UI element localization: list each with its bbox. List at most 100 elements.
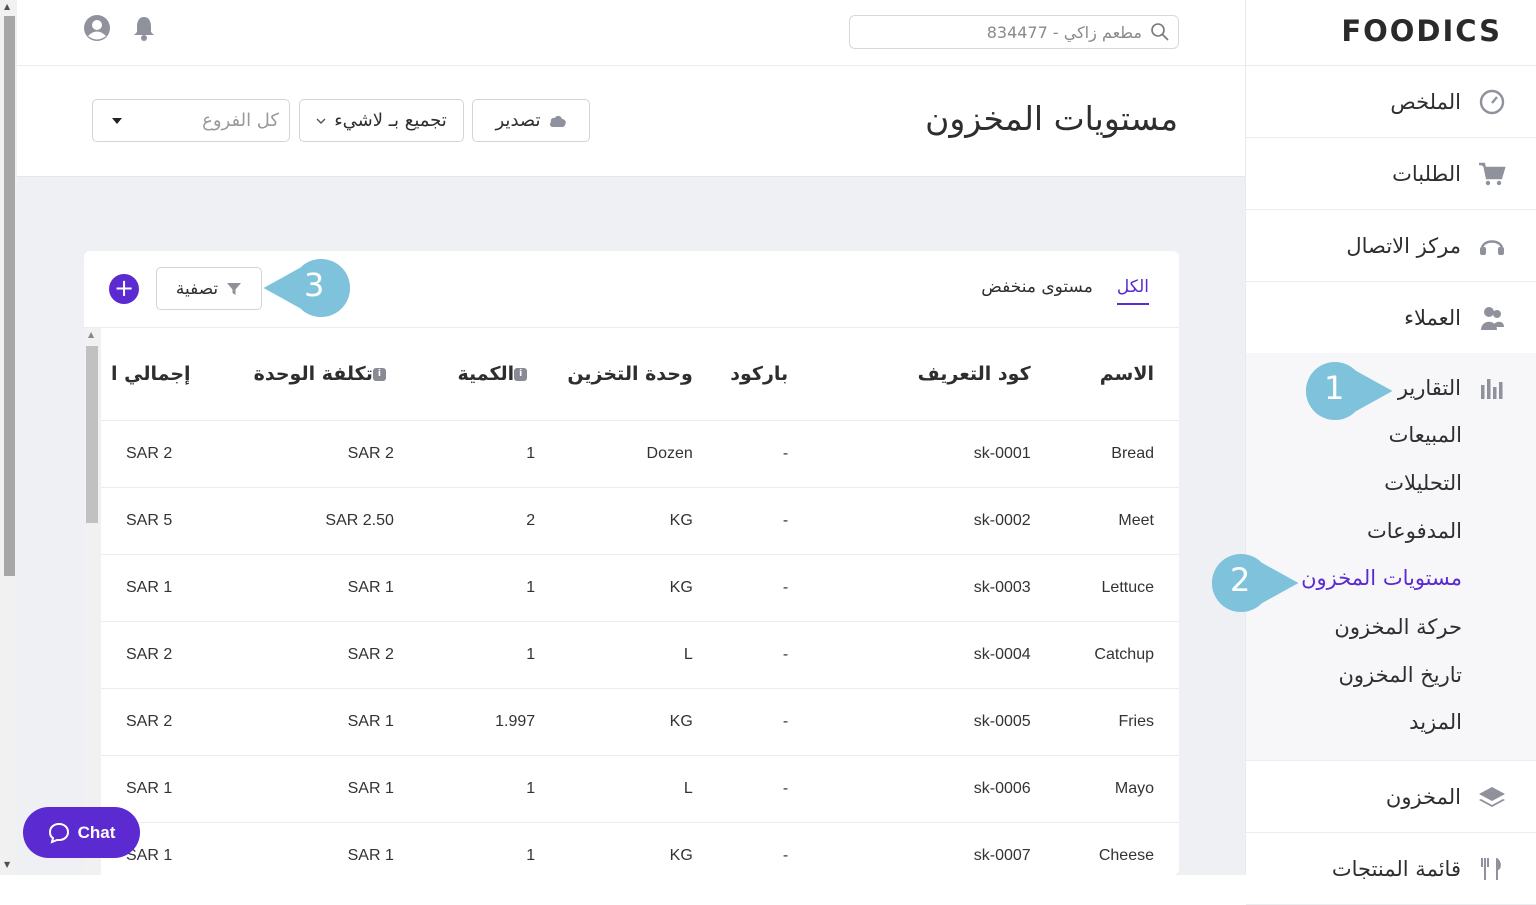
sidebar: FOODICS الملخص الطلبات مركز الاتصال العم… — [1245, 0, 1536, 905]
fork-knife-icon — [1481, 857, 1501, 880]
col-total[interactable]: إجمالي ا — [101, 328, 191, 421]
sidebar-subitem-inventory-history[interactable]: تاريخ المخزون — [1338, 663, 1462, 687]
cell-unit-cost: SAR 2 — [190, 621, 394, 689]
add-button[interactable]: + — [109, 274, 139, 304]
branches-select[interactable]: كل الفروع — [92, 99, 290, 142]
callout-1-marker — [1305, 361, 1393, 421]
table-scrollbar[interactable]: ▲ — [84, 328, 101, 875]
notification-bell-icon[interactable] — [130, 14, 158, 42]
sidebar-item-reports[interactable]: التقارير — [1398, 373, 1507, 403]
table-row[interactable]: SAR 1 SAR 1 1 KG - sk-0007 Cheese — [101, 822, 1179, 875]
cell-sku: sk-0006 — [788, 755, 1031, 823]
callout-3-number: 3 — [304, 266, 325, 304]
search-box[interactable]: مطعم زاكي - 834477 — [849, 15, 1179, 49]
sidebar-subitem-more[interactable]: المزيد — [1409, 710, 1462, 734]
callout-2-number: 2 — [1230, 561, 1251, 599]
info-icon[interactable]: i — [372, 367, 386, 381]
cell-barcode: - — [692, 822, 789, 875]
cell-storage-unit: KG — [535, 487, 693, 555]
user-avatar-icon[interactable] — [83, 14, 111, 42]
cell-quantity: 1 — [393, 554, 536, 622]
col-storage-unit[interactable]: وحدة التخزين — [535, 328, 693, 421]
cell-quantity: 1 — [393, 621, 536, 689]
chat-button[interactable]: Chat — [23, 807, 140, 858]
export-button[interactable]: تصدير — [472, 99, 590, 142]
sidebar-subitem-sales[interactable]: المبيعات — [1389, 423, 1462, 447]
page-scrollbar[interactable]: ▲ ▼ — [0, 0, 17, 875]
sidebar-subitem-analytics[interactable]: التحليلات — [1384, 471, 1462, 495]
cell-storage-unit: L — [535, 755, 693, 823]
table-row[interactable]: SAR 5 SAR 2.50 2 KG - sk-0002 Meet — [101, 487, 1179, 555]
cell-barcode: - — [692, 487, 789, 555]
col-unit-cost[interactable]: تكلفة الوحدة i — [190, 328, 394, 421]
table-row[interactable]: SAR 2 SAR 2 1 Dozen - sk-0001 Bread — [101, 420, 1179, 488]
plus-icon: + — [113, 274, 135, 302]
inventory-table: إجمالي ا تكلفة الوحدة i الكمية i وحدة التخ… — [101, 328, 1179, 875]
search-icon — [1151, 23, 1169, 41]
table-row[interactable]: SAR 1 SAR 1 1 L - sk-0006 Mayo — [101, 755, 1179, 823]
col-name[interactable]: الاسم — [1030, 328, 1179, 421]
scroll-up-arrow-icon[interactable]: ▲ — [88, 330, 94, 339]
tab-all[interactable]: الكل — [1116, 277, 1149, 305]
col-quantity[interactable]: الكمية i — [393, 328, 536, 421]
cell-total: SAR 2 — [101, 420, 191, 488]
page-scrollbar-thumb[interactable] — [4, 16, 15, 576]
sidebar-item-label: الطلبات — [1392, 161, 1461, 186]
sidebar-item-label: التقارير — [1397, 376, 1461, 400]
cart-icon — [1479, 162, 1506, 185]
filter-button[interactable]: تصفية — [156, 267, 262, 310]
info-icon[interactable]: i — [514, 367, 528, 381]
table-scrollbar-thumb[interactable] — [86, 346, 98, 523]
sidebar-item-summary[interactable]: الملخص — [1246, 66, 1536, 138]
bar-chart-icon — [1481, 379, 1503, 399]
sidebar-item-customers[interactable]: العملاء — [1246, 282, 1536, 354]
sidebar-item-inventory[interactable]: المخزون — [1246, 761, 1536, 833]
tab-low-level[interactable]: مستوى منخفض — [981, 277, 1093, 305]
cell-sku: sk-0005 — [788, 688, 1031, 756]
headset-icon — [1480, 239, 1504, 255]
cell-sku: sk-0004 — [788, 621, 1031, 689]
cell-total: SAR 5 — [101, 487, 191, 555]
brand-logo[interactable]: FOODICS — [1341, 14, 1502, 48]
cell-storage-unit: L — [535, 621, 693, 689]
chevron-down-icon — [316, 118, 326, 124]
sidebar-item-menu[interactable]: قائمة المنتجات — [1246, 833, 1536, 905]
callout-2-marker — [1211, 553, 1299, 613]
cell-barcode: - — [692, 554, 789, 622]
table-row[interactable]: SAR 2 SAR 1 1.997 KG - sk-0005 Fries — [101, 688, 1179, 756]
table-row[interactable]: SAR 2 SAR 2 1 L - sk-0004 Catchup — [101, 621, 1179, 689]
group-by-dropdown[interactable]: تجميع بـ لاشيء — [299, 99, 464, 142]
col-sku[interactable]: كود التعريف — [788, 328, 1031, 421]
sidebar-item-call-center[interactable]: مركز الاتصال — [1246, 210, 1536, 282]
cell-quantity: 1 — [393, 822, 536, 875]
sidebar-item-label: قائمة المنتجات — [1331, 856, 1461, 881]
cell-name: Mayo — [1030, 755, 1179, 823]
cell-name: Fries — [1030, 688, 1179, 756]
users-icon — [1481, 306, 1504, 330]
page-title: مستويات المخزون — [925, 99, 1178, 138]
cell-unit-cost: SAR 1 — [190, 688, 394, 756]
sidebar-subitem-inventory-levels[interactable]: مستويات المخزون — [1301, 566, 1462, 590]
chat-bubble-icon — [48, 822, 69, 844]
scroll-up-arrow-icon[interactable]: ▲ — [4, 2, 10, 11]
cell-unit-cost: SAR 1 — [190, 554, 394, 622]
cell-unit-cost: SAR 1 — [190, 755, 394, 823]
cell-barcode: - — [692, 755, 789, 823]
cell-storage-unit: Dozen — [535, 420, 693, 488]
sidebar-item-orders[interactable]: الطلبات — [1246, 138, 1536, 210]
cell-sku: sk-0002 — [788, 487, 1031, 555]
cell-quantity: 2 — [393, 487, 536, 555]
table-row[interactable]: SAR 1 SAR 1 1 KG - sk-0003 Lettuce — [101, 554, 1179, 622]
cell-total: SAR 2 — [101, 621, 191, 689]
top-header: مطعم زاكي - 834477 — [17, 0, 1245, 66]
sidebar-subitem-inventory-movement[interactable]: حركة المخزون — [1334, 615, 1462, 639]
group-by-label: تجميع بـ لاشيء — [334, 110, 447, 131]
scroll-down-arrow-icon[interactable]: ▼ — [4, 860, 10, 869]
chat-label: Chat — [77, 822, 116, 842]
sidebar-subitem-payments[interactable]: المدفوعات — [1367, 519, 1462, 543]
cell-unit-cost: SAR 1 — [190, 822, 394, 875]
sidebar-item-label: المخزون — [1385, 784, 1461, 809]
inventory-card: الكل مستوى منخفض تصفية + ▲ إجمالي ا تكلف… — [84, 251, 1179, 875]
cell-sku: sk-0001 — [788, 420, 1031, 488]
col-barcode[interactable]: باركود — [692, 328, 789, 421]
